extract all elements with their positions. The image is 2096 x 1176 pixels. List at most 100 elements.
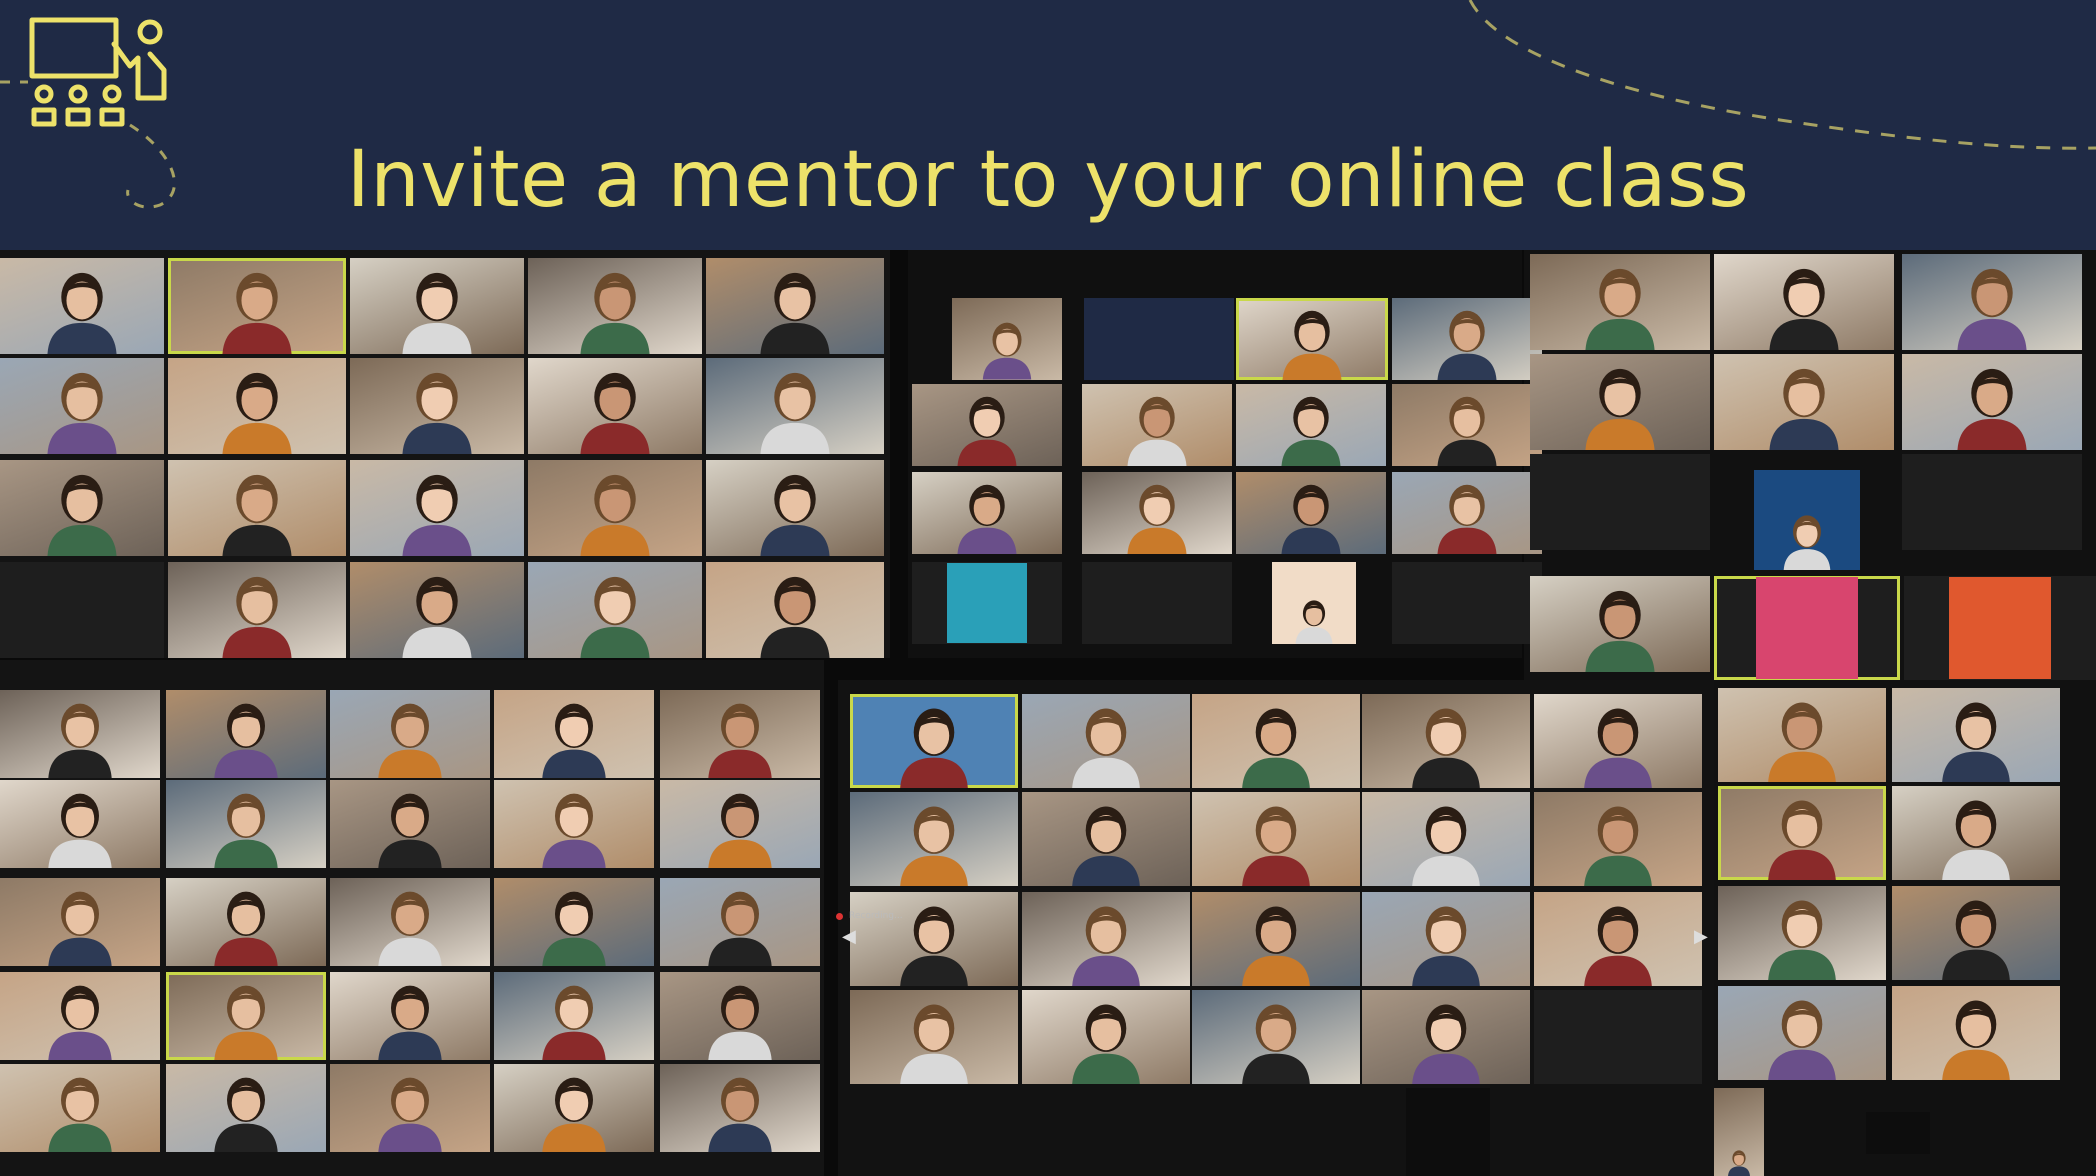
- participant-video-tile[interactable]: [0, 258, 164, 354]
- participant-video-tile[interactable]: [1714, 254, 1894, 350]
- participant-video-tile[interactable]: [1082, 472, 1232, 554]
- participant-video-tile[interactable]: [706, 258, 884, 354]
- participant-video-tile[interactable]: [350, 562, 524, 658]
- participant-video-tile[interactable]: [168, 258, 346, 354]
- participant-video-tile[interactable]: [528, 460, 702, 556]
- participant-video-tile[interactable]: [850, 990, 1018, 1084]
- participant-video-tile[interactable]: [1362, 694, 1530, 788]
- participant-video-tile[interactable]: [1534, 694, 1702, 788]
- participant-video-tile[interactable]: [1236, 298, 1388, 380]
- participant-video-tile[interactable]: [330, 780, 490, 868]
- participant-video-tile[interactable]: [330, 690, 490, 778]
- participant-video-tile[interactable]: [1022, 990, 1190, 1084]
- participant-video-tile[interactable]: [706, 460, 884, 556]
- participant-video-tile[interactable]: [912, 562, 1062, 644]
- participant-video-tile[interactable]: [1022, 792, 1190, 886]
- participant-video-tile[interactable]: [1392, 562, 1542, 644]
- participant-video-tile[interactable]: [1236, 384, 1386, 466]
- participant-video-tile[interactable]: [912, 384, 1062, 466]
- participant-video-tile[interactable]: [1892, 986, 2060, 1080]
- participant-video-tile[interactable]: [1892, 786, 2060, 880]
- participant-video-tile[interactable]: [0, 1064, 160, 1152]
- participant-video-tile[interactable]: [1082, 562, 1232, 644]
- participant-video-tile[interactable]: [1022, 892, 1190, 986]
- participant-video-tile[interactable]: [1236, 472, 1386, 554]
- participant-video-tile[interactable]: [528, 358, 702, 454]
- participant-video-tile[interactable]: [1392, 298, 1542, 380]
- participant-video-tile[interactable]: [1362, 792, 1530, 886]
- participant-video-tile[interactable]: [166, 972, 326, 1060]
- participant-video-tile[interactable]: [912, 472, 1062, 554]
- participant-video-tile[interactable]: [494, 878, 654, 966]
- participant-video-tile[interactable]: [1904, 576, 2096, 680]
- participant-video-tile[interactable]: [1530, 354, 1710, 450]
- participant-video-tile[interactable]: [168, 460, 346, 556]
- participant-video-tile[interactable]: [0, 562, 164, 658]
- next-page-arrow-icon[interactable]: ▶: [1694, 926, 1708, 947]
- participant-video-tile[interactable]: [1902, 254, 2082, 350]
- participant-video-tile[interactable]: [0, 878, 160, 966]
- participant-video-tile[interactable]: [660, 1064, 820, 1152]
- participant-video-tile[interactable]: [1362, 990, 1530, 1084]
- participant-video-tile[interactable]: [1534, 792, 1702, 886]
- participant-video-tile[interactable]: [1362, 892, 1530, 986]
- participant-video-tile[interactable]: [1534, 892, 1702, 986]
- participant-video-tile[interactable]: [166, 690, 326, 778]
- participant-video-tile[interactable]: [350, 358, 524, 454]
- participant-video-tile[interactable]: [1530, 254, 1710, 350]
- participant-video-tile[interactable]: [706, 358, 884, 454]
- participant-video-tile[interactable]: [1714, 354, 1894, 450]
- participant-video-tile[interactable]: [1902, 354, 2082, 450]
- participant-video-tile[interactable]: [330, 972, 490, 1060]
- participant-video-tile[interactable]: [1902, 454, 2082, 550]
- previous-page-arrow-icon[interactable]: ◀: [842, 926, 856, 947]
- participant-video-tile[interactable]: [350, 258, 524, 354]
- participant-video-tile[interactable]: [850, 792, 1018, 886]
- participant-video-tile[interactable]: [168, 358, 346, 454]
- participant-video-tile[interactable]: [528, 258, 702, 354]
- participant-video-tile[interactable]: [1192, 990, 1360, 1084]
- participant-video-tile[interactable]: [1718, 886, 1886, 980]
- participant-video-tile[interactable]: [850, 694, 1018, 788]
- participant-video-tile-lion-avatar[interactable]: [1754, 470, 1860, 570]
- participant-video-tile[interactable]: [1718, 688, 1886, 782]
- participant-video-tile[interactable]: [1192, 694, 1360, 788]
- participant-video-tile[interactable]: [350, 460, 524, 556]
- participant-video-tile[interactable]: [1082, 384, 1232, 466]
- participant-video-tile[interactable]: [1892, 886, 2060, 980]
- participant-video-tile[interactable]: [1084, 298, 1234, 380]
- participant-video-tile[interactable]: [166, 878, 326, 966]
- participant-video-tile[interactable]: [494, 1064, 654, 1152]
- participant-video-tile[interactable]: [494, 690, 654, 778]
- participant-video-tile[interactable]: [1892, 688, 2060, 782]
- participant-video-tile[interactable]: [1714, 1088, 1764, 1176]
- participant-video-tile[interactable]: [952, 298, 1062, 380]
- participant-video-tile[interactable]: [166, 1064, 326, 1152]
- participant-video-tile[interactable]: [1534, 990, 1702, 1084]
- participant-video-tile[interactable]: [660, 972, 820, 1060]
- participant-video-tile[interactable]: [1406, 1088, 1490, 1176]
- participant-video-tile[interactable]: [660, 878, 820, 966]
- participant-video-tile[interactable]: [706, 562, 884, 658]
- participant-video-tile[interactable]: [528, 562, 702, 658]
- participant-video-tile[interactable]: [660, 780, 820, 868]
- participant-video-tile[interactable]: [0, 780, 160, 868]
- participant-video-tile[interactable]: [1718, 786, 1886, 880]
- participant-video-tile[interactable]: [660, 690, 820, 778]
- participant-video-tile[interactable]: [1866, 1112, 1930, 1154]
- participant-video-tile[interactable]: [1272, 562, 1356, 644]
- participant-video-tile[interactable]: [0, 972, 160, 1060]
- participant-video-tile[interactable]: [1392, 384, 1542, 466]
- participant-video-tile[interactable]: [1192, 792, 1360, 886]
- participant-video-tile[interactable]: [168, 562, 346, 658]
- participant-video-tile[interactable]: [1392, 472, 1542, 554]
- participant-video-tile[interactable]: [494, 972, 654, 1060]
- participant-video-tile[interactable]: [166, 780, 326, 868]
- participant-video-tile[interactable]: [0, 460, 164, 556]
- participant-video-tile[interactable]: [1192, 892, 1360, 986]
- participant-video-tile[interactable]: [1530, 454, 1710, 550]
- participant-video-tile[interactable]: [1530, 576, 1710, 672]
- participant-video-tile[interactable]: [330, 878, 490, 966]
- participant-video-tile[interactable]: [1714, 576, 1900, 680]
- participant-video-tile[interactable]: [1022, 694, 1190, 788]
